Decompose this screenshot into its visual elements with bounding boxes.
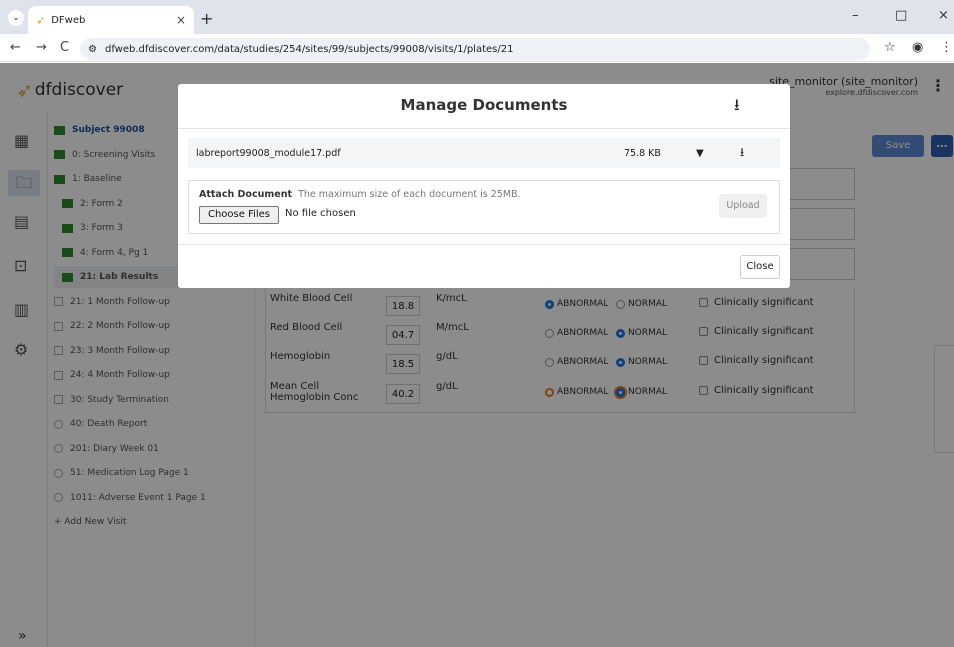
forward-icon[interactable]: → [36, 40, 47, 55]
browser-tab[interactable]: ➶ DFweb × [28, 6, 194, 34]
divider [178, 244, 790, 245]
file-status: No file chosen [285, 208, 356, 219]
address-bar[interactable]: ⚙ dfweb.dfdiscover.com/data/studies/254/… [80, 38, 870, 60]
download-all-icon[interactable]: ⭳ [734, 94, 740, 121]
document-name[interactable]: labreport99008_module17.pdf [196, 148, 624, 159]
chevron-down-icon[interactable]: ▼ [696, 148, 740, 159]
browser-menu-icon[interactable]: ⋮ [940, 40, 953, 55]
document-row: labreport99008_module17.pdf 75.8 KB ▼ ⭳ [188, 138, 780, 168]
attach-document-panel: Attach Document The maximum size of each… [188, 180, 780, 234]
site-info-icon[interactable]: ⚙ [88, 44, 97, 55]
window-close-icon[interactable]: × [938, 8, 949, 23]
document-size: 75.8 KB [624, 147, 661, 159]
favicon-icon: ➶ [36, 13, 46, 27]
upload-button[interactable]: Upload [719, 194, 767, 218]
bookmark-star-icon[interactable]: ☆ [884, 40, 896, 55]
close-button[interactable]: Close [740, 255, 780, 279]
choose-files-button[interactable]: Choose Files [199, 206, 279, 224]
attach-instructions: Attach Document The maximum size of each… [199, 189, 521, 200]
dialog-title: Manage Documents [400, 96, 568, 114]
profile-icon[interactable]: ◉ [912, 40, 923, 55]
tab-close-icon[interactable]: × [176, 13, 186, 27]
download-document-icon[interactable]: ⭳ [740, 143, 780, 164]
attach-label: Attach Document [199, 189, 293, 200]
manage-documents-dialog: Manage Documents ⭳ labreport99008_module… [178, 84, 790, 288]
back-icon[interactable]: ← [10, 40, 21, 55]
tab-search-icon[interactable]: ⌄ [8, 10, 24, 26]
reload-icon[interactable]: C [60, 40, 69, 55]
url-text: dfweb.dfdiscover.com/data/studies/254/si… [104, 43, 514, 55]
new-tab-icon[interactable]: + [200, 9, 213, 28]
divider [178, 128, 790, 129]
attach-note: The maximum size of each document is 25M… [298, 189, 521, 200]
maximize-icon[interactable]: □ [895, 8, 907, 23]
minimize-icon[interactable]: – [852, 8, 859, 23]
tab-title: DFweb [51, 14, 86, 26]
